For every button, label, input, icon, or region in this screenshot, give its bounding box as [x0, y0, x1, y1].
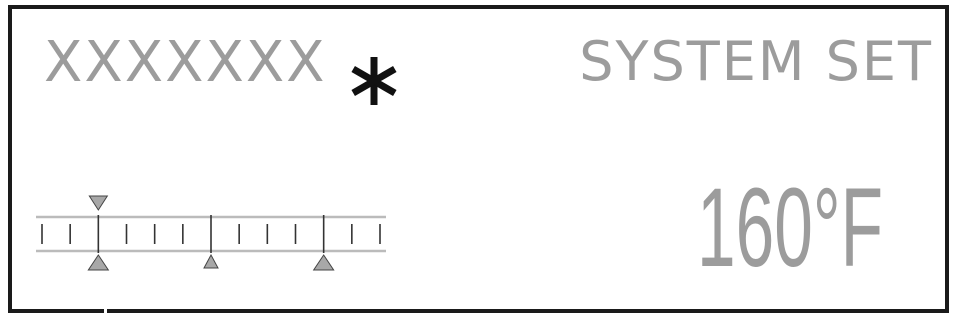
asterisk-icon	[351, 57, 397, 105]
range-marker-up-icon	[87, 254, 110, 271]
temperature-scale	[36, 195, 386, 271]
lcd-display-frame: XXXXXXX SYSTEM SET 160°F	[8, 5, 949, 313]
temperature-value: 160°F	[697, 165, 883, 282]
setpoint-marker-down-icon	[88, 195, 109, 211]
range-marker-up-icon	[312, 254, 335, 271]
system-set-label: SYSTEM SET	[579, 30, 933, 93]
scale-ticks	[41, 215, 381, 253]
range-marker-up-icon	[203, 253, 219, 269]
mode-label: XXXXXXX	[44, 30, 327, 95]
temperature-readout: 160°F	[690, 142, 890, 290]
